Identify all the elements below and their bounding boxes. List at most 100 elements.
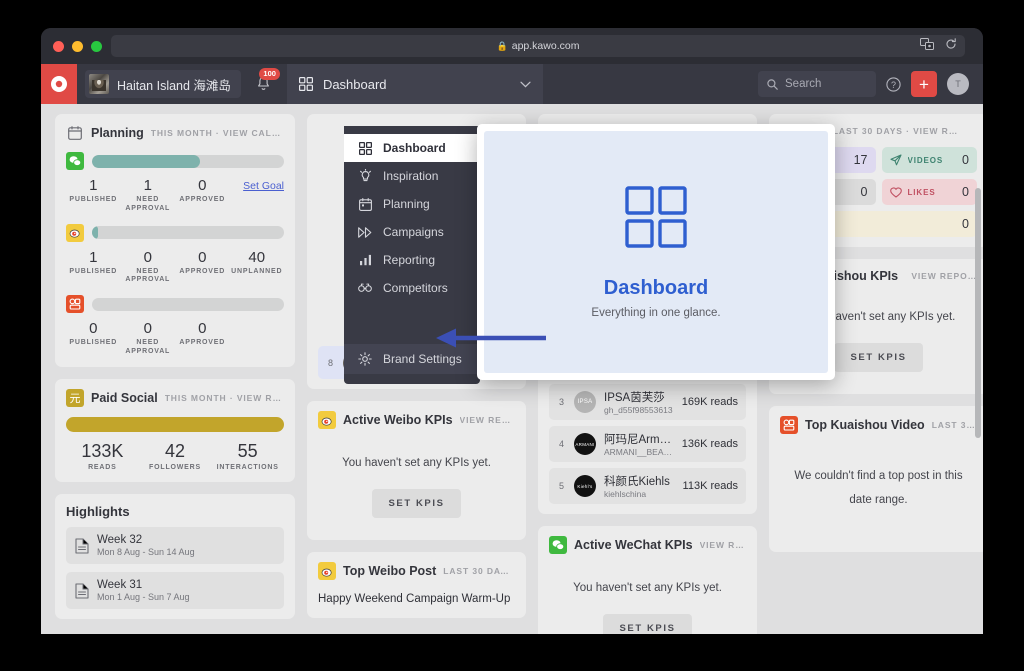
metric-likes: LIKES 0: [881, 179, 977, 205]
stat-need-approval: 0 NEED APPROVAL: [121, 249, 176, 286]
grid-icon: [298, 77, 313, 91]
menu-item-competitors[interactable]: Competitors: [344, 274, 480, 302]
minimize-window-button[interactable]: [72, 40, 83, 52]
close-window-button[interactable]: [53, 40, 64, 52]
grid-icon: [358, 141, 372, 155]
url-text: app.kawo.com: [511, 40, 580, 52]
stat-label: FOLLOWERS: [149, 463, 201, 471]
kuaishou-overview-meta[interactable]: LAST 30 DAYS · VIEW R…: [833, 126, 977, 136]
top-weibo-post-meta[interactable]: LAST 30 DAYS · V…: [443, 566, 515, 576]
account-name: 阿玛尼ArmaniB…: [604, 434, 674, 446]
table-row[interactable]: 3 IPSA IPSA茵芙莎 gh_d55f98553613 169K read…: [549, 384, 746, 420]
metric-value: 0: [962, 185, 969, 199]
view-report-link[interactable]: VIEW REPO…: [905, 271, 977, 281]
account-handle: gh_d55f98553613: [604, 405, 673, 415]
kuaishou-icon: [780, 416, 798, 434]
menu-item-reporting[interactable]: Reporting: [344, 246, 480, 274]
metric-videos: VIDEOS 0: [881, 147, 977, 173]
menu-item-inspiration[interactable]: Inspiration: [344, 162, 480, 190]
stat-label: INTERACTIONS: [216, 463, 279, 471]
set-goal-link[interactable]: Set Goal: [230, 177, 284, 192]
weibo-kpis-header: Active Weibo KPIs VIEW REPORT ›: [318, 411, 515, 429]
kuaishou-metrics-right: VIDEOS 0 LIKES 0: [881, 147, 977, 205]
search-input[interactable]: Search: [758, 71, 876, 97]
set-kpis-button[interactable]: SET KPIS: [372, 489, 461, 518]
menu-item-dashboard[interactable]: Dashboard: [344, 134, 480, 162]
browser-toolbar: 🔒 app.kawo.com: [41, 28, 983, 64]
stat-value: 0: [143, 248, 152, 266]
account-avatar: IPSA: [574, 391, 596, 413]
stat-value: 1: [143, 177, 152, 194]
menu-item-label: Campaigns: [383, 225, 444, 239]
question-circle-icon[interactable]: ?: [886, 76, 901, 92]
top-kuaishou-video-meta[interactable]: LAST 30 DAY…: [932, 420, 977, 430]
app-header: Haitan Island 海滩岛 100 Dashboard Search ?…: [41, 64, 983, 104]
account-avatar: Kiehl's: [574, 475, 596, 497]
highlights-card: Highlights Week 32 Mon 8 Aug - Sun 14 Au…: [55, 494, 295, 620]
kawo-logo-icon[interactable]: [41, 64, 77, 104]
weibo-kpis-title: Active Weibo KPIs: [343, 413, 453, 427]
planning-row: [66, 223, 284, 242]
lock-icon: 🔒: [496, 40, 508, 51]
top-weibo-post-card: Top Weibo Post LAST 30 DAYS · V… Happy W…: [307, 552, 526, 618]
planning-row: [66, 295, 284, 313]
stat-value: 40: [248, 248, 266, 266]
menu-item-planning[interactable]: Planning: [344, 190, 480, 218]
window-traffic-lights[interactable]: [53, 40, 102, 52]
set-kpis-button[interactable]: SET KPIS: [603, 614, 692, 634]
paid-social-meta[interactable]: THIS MONTH · VIEW REP…: [165, 393, 284, 403]
metric-label: LIKES: [907, 187, 936, 197]
notifications-button[interactable]: 100: [249, 64, 280, 104]
weibo-icon: [318, 411, 336, 429]
weibo-kpis-card: Active Weibo KPIs VIEW REPORT › You have…: [307, 401, 526, 540]
account-handle: ARMANI__BEAUTY: [604, 447, 674, 457]
svg-text:?: ?: [891, 80, 896, 90]
list-item[interactable]: Week 32 Mon 8 Aug - Sun 14 Aug: [66, 527, 284, 565]
top-kuaishou-video-header: Top Kuaishou Video LAST 30 DAY…: [780, 416, 977, 434]
bar-chart-icon: [358, 254, 372, 266]
notification-badge: 100: [259, 68, 280, 80]
brand-avatar: [89, 74, 109, 94]
avatar[interactable]: T: [947, 73, 969, 95]
brand-selector[interactable]: Haitan Island 海滩岛: [85, 70, 241, 98]
menu-item-campaigns[interactable]: Campaigns: [344, 218, 480, 246]
view-report-link[interactable]: VIEW REPOR…: [700, 540, 746, 550]
nav-section-selector[interactable]: Dashboard: [286, 64, 543, 104]
set-kpis-button[interactable]: SET KPIS: [834, 343, 923, 372]
stat-value: 55: [237, 440, 258, 461]
planning-progress-bar: [92, 297, 284, 311]
calendar-icon: [66, 124, 84, 142]
stat-label: PUBLISHED: [69, 267, 118, 275]
stat-label: NEED APPROVAL: [125, 196, 171, 212]
add-button[interactable]: +: [911, 71, 937, 97]
paid-social-header: 元 Paid Social THIS MONTH · VIEW REP…: [66, 388, 284, 407]
reload-icon[interactable]: [945, 38, 957, 50]
url-bar[interactable]: 🔒 app.kawo.com: [111, 35, 965, 57]
stat-need-approval: 0 NEED APPROVAL: [121, 320, 176, 357]
planning-card: Planning THIS MONTH · VIEW CALEN… 1 PUBL…: [55, 114, 295, 367]
stat-value: 0: [143, 320, 152, 337]
table-row[interactable]: 4 ARMANI 阿玛尼ArmaniB… ARMANI__BEAUTY 136K…: [549, 426, 746, 462]
table-row[interactable]: 5 Kiehl's 科颜氏Kiehls kiehlschina 113K rea…: [549, 468, 746, 504]
wechat-kpis-header: Active WeChat KPIs VIEW REPOR…: [549, 536, 746, 554]
planning-meta[interactable]: THIS MONTH · VIEW CALEN…: [151, 128, 284, 138]
vertical-scrollbar[interactable]: [975, 188, 981, 438]
list-item[interactable]: Week 31 Mon 1 Aug - Sun 7 Aug: [66, 572, 284, 610]
metric-value: 0: [860, 185, 868, 199]
metric-value: 0: [962, 217, 969, 231]
menu-item-label: Brand Settings: [383, 352, 462, 366]
browser-toolbar-icons[interactable]: [920, 38, 957, 50]
stat-value: 133K: [81, 440, 124, 461]
account-avatar: ARMANI: [574, 433, 596, 455]
binoculars-icon: [358, 283, 372, 293]
extension-icon[interactable]: [920, 38, 934, 50]
stat-approved: 0 APPROVED: [175, 320, 230, 348]
maximize-window-button[interactable]: [91, 40, 102, 52]
view-report-link[interactable]: VIEW REPORT ›: [460, 415, 515, 425]
wechat-kpis-title: Active WeChat KPIs: [574, 538, 693, 552]
rank-text: 阿玛尼ArmaniB… ARMANI__BEAUTY: [604, 431, 674, 457]
calendar-icon: [358, 197, 372, 211]
account-handle: kiehlschina: [604, 489, 647, 499]
planning-stats: 1 PUBLISHED 0 NEED APPROVAL 0 APPROVED 4…: [66, 249, 284, 286]
four-squares-icon: [625, 185, 687, 253]
